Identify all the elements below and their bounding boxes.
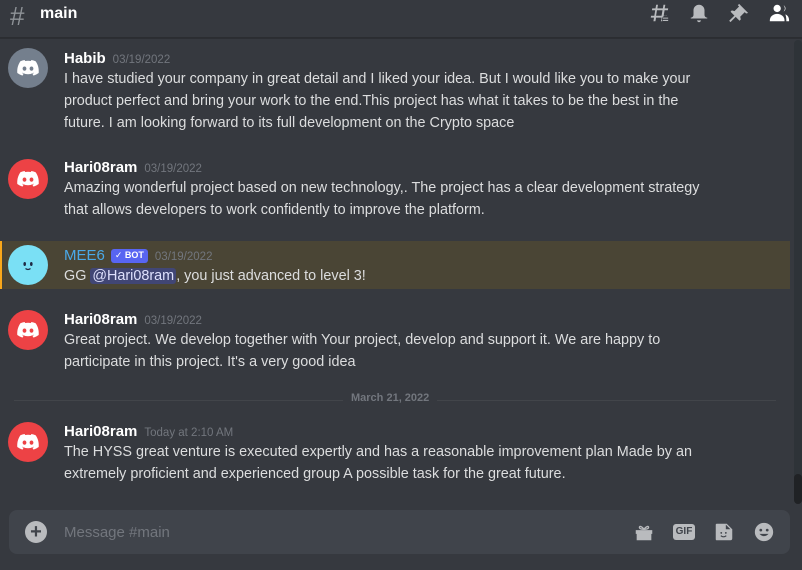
message-content: Great project. We develop together with …: [64, 329, 744, 373]
gif-button[interactable]: GIF: [672, 520, 696, 544]
author-name[interactable]: Hari08ram: [64, 311, 137, 328]
message-content: Amazing wonderful project based on new t…: [64, 177, 744, 221]
pin-icon[interactable]: [728, 2, 750, 24]
discord-logo-icon: [17, 171, 39, 187]
message-timestamp: 03/19/2022: [144, 163, 202, 175]
message-timestamp: 03/19/2022: [144, 315, 202, 327]
gift-icon[interactable]: [632, 520, 656, 544]
discord-logo-icon: [17, 434, 39, 450]
add-attachment-button[interactable]: +: [25, 521, 47, 543]
message-line: extremely proficient and experienced gro…: [64, 466, 566, 482]
message-hari08ram-3: Hari08ram Today at 2:10 AM The HYSS grea…: [0, 410, 790, 490]
message-text: GG: [64, 268, 91, 284]
message-timestamp: 03/19/2022: [112, 54, 171, 66]
header-toolbar: [648, 2, 790, 24]
author-name[interactable]: Hari08ram: [64, 159, 137, 176]
threads-icon[interactable]: [648, 2, 670, 24]
member-list-icon[interactable]: [768, 2, 790, 24]
avatar[interactable]: [8, 48, 48, 88]
date-divider-label: March 21, 2022: [343, 392, 438, 404]
message-line: Great project. We develop together with …: [64, 332, 661, 348]
channel-hash-icon: #: [10, 1, 25, 31]
author-name[interactable]: MEE6: [64, 247, 105, 264]
message-content: GG @Hari08ram, you just advanced to leve…: [64, 265, 744, 287]
message-composer: + GIF: [9, 510, 790, 554]
message-content: I have studied your company in great det…: [64, 68, 744, 134]
message-line: future. I am looking forward to its full…: [64, 115, 515, 131]
avatar[interactable]: [8, 159, 48, 199]
author-name[interactable]: Hari08ram: [64, 423, 137, 440]
author-name[interactable]: Habib: [64, 50, 106, 67]
message-list: Habib 03/19/2022 I have studied your com…: [0, 38, 790, 500]
gif-label: GIF: [672, 524, 696, 540]
message-line: Amazing wonderful project based on new t…: [64, 180, 700, 196]
avatar[interactable]: [8, 422, 48, 462]
discord-logo-icon: [17, 322, 39, 338]
message-line: product perfect and bring your work to t…: [64, 93, 679, 109]
notification-bell-icon[interactable]: [688, 2, 710, 24]
user-mention[interactable]: @Hari08ram: [90, 268, 177, 284]
composer-toolbar: GIF: [632, 520, 776, 544]
message-input[interactable]: [64, 520, 604, 544]
message-timestamp: Today at 2:10 AM: [144, 427, 234, 439]
avatar[interactable]: [8, 310, 48, 350]
bot-badge: ✓ BOT: [110, 248, 148, 263]
message-timestamp: 03/19/2022: [154, 251, 213, 263]
discord-logo-icon: [17, 60, 39, 76]
scrollbar-thumb[interactable]: [794, 474, 802, 504]
message-mee6: MEE6 ✓ BOT 03/19/2022 GG @Hari08ram, you…: [0, 241, 790, 289]
message-line: participate in this project. It's a very…: [64, 354, 356, 370]
avatar[interactable]: [8, 245, 48, 285]
mee6-face-icon: [17, 254, 39, 276]
message-hari08ram-2: Hari08ram 03/19/2022 Great project. We d…: [0, 298, 790, 378]
message-content: The HYSS great venture is executed exper…: [64, 441, 744, 485]
message-hari08ram-1: Hari08ram 03/19/2022 Amazing wonderful p…: [0, 148, 790, 238]
channel-name: main: [40, 5, 78, 22]
sticker-icon[interactable]: [712, 520, 736, 544]
message-habib: Habib 03/19/2022 I have studied your com…: [0, 38, 790, 148]
emoji-icon[interactable]: [752, 520, 776, 544]
channel-header: # main: [0, 0, 802, 38]
message-text: , you just advanced to level 3!: [176, 268, 366, 284]
scrollbar-track[interactable]: [794, 40, 802, 500]
message-line: The HYSS great venture is executed exper…: [64, 444, 692, 460]
message-line: that allows developers to work confident…: [64, 202, 485, 218]
message-line: I have studied your company in great det…: [64, 71, 691, 87]
